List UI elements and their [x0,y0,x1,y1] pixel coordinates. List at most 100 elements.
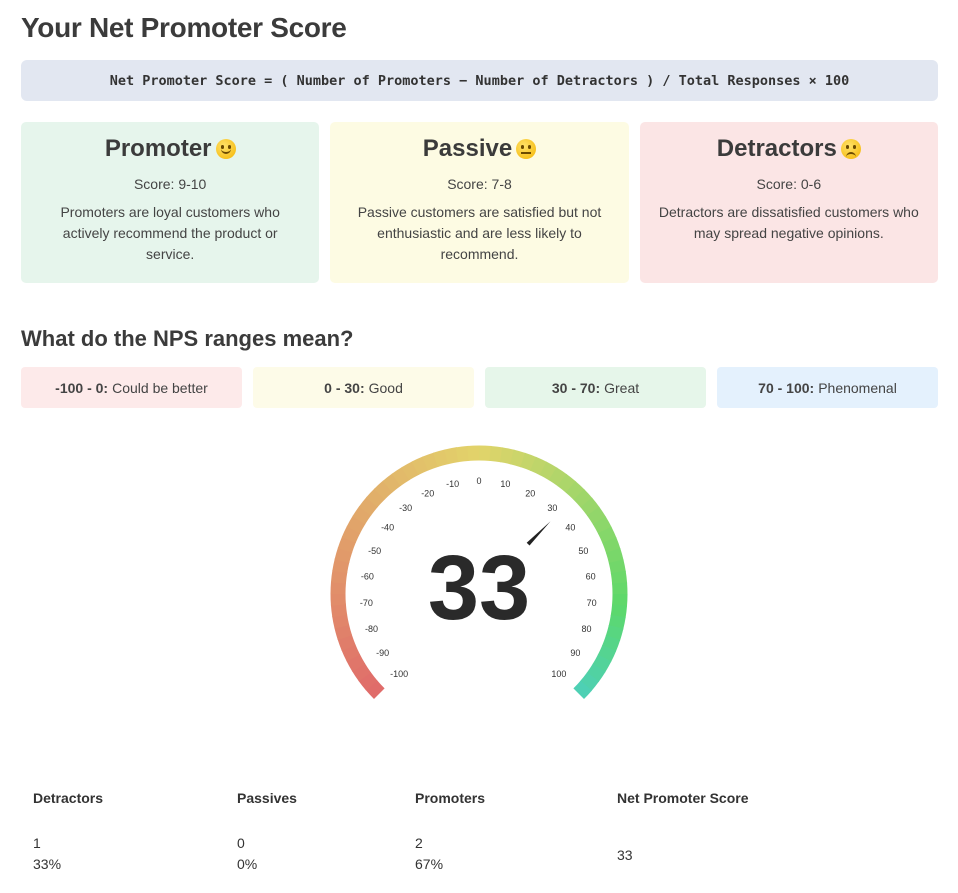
range-phenomenal: 70 - 100: Phenomenal [717,367,938,408]
header-nps: Net Promoter Score [617,790,749,806]
promoter-score: Score: 9-10 [133,176,207,192]
disappointed-face-icon [840,139,861,159]
gauge-arc-segment [365,679,385,700]
gauge-arc-segment [489,445,504,463]
detractor-description: Detractors are dissatisfied customers wh… [658,204,919,241]
gauge-arc-segment [346,653,366,672]
nps-ranges: -100 - 0: Could be better 0 - 30: Good 30 … [21,367,938,408]
gauge-arc-segment [411,456,429,476]
gauge-arc-segment [352,505,372,525]
header-promoters: Promoters [415,790,486,806]
gauge-arc-segment [444,447,460,465]
gauge-value: 33 [427,537,531,639]
nps-formula: Net Promoter Score = ( Number of Promote… [21,60,938,101]
gauge-arc-segment [573,680,592,700]
gauge-tick-label: -100 [390,669,408,679]
gauge-arc-segment [573,488,593,509]
gauge-arc-segment [557,473,577,494]
gauge-arc-segment [539,461,558,481]
gauge-arc-segment [366,488,386,508]
gauge-tick-label: 0 [476,476,481,486]
nps-value: 33 [617,846,633,863]
gauge-arc-segment [358,496,379,516]
range-good: 0 - 30: Good [253,367,474,408]
gauge-tick-label: -30 [399,503,412,513]
detractor-card: Detractors Score: 0-6 Detractors are dis… [639,122,938,283]
gauge-arc-segment [586,506,607,526]
gauge-arc-segment [433,449,449,468]
gauge-arc-segment [346,515,366,534]
gauge-arc-segment [520,452,537,472]
detractors-count: 1 [33,835,41,851]
passive-title: Passive [422,135,513,162]
nps-summary-table: Detractors Passives Promoters Net Promot… [21,780,938,877]
ranges-heading: What do the NPS ranges mean? [21,326,354,351]
gauge-arc-segment [579,672,600,692]
passive-score: Score: 7-8 [447,176,512,192]
gauge-arc-segment [341,644,361,662]
header-detractors: Detractors [33,790,104,806]
gauge-arc-segment [382,473,402,493]
summary-header-row: Detractors Passives Promoters Net Promot… [21,780,938,816]
smiling-face-icon [215,139,236,159]
gauge-arc-segment [510,449,526,468]
promoters-percent: 67% [415,856,444,872]
gauge-arc-segment [565,481,585,501]
category-cards: Promoter Score: 9-10 Promoters are loyal… [21,122,938,283]
promoter-title: Promoter [104,135,212,162]
gauge-arc-segment [597,645,617,663]
gauge-tick-label: 100 [551,669,566,679]
gauge-tick-label: -10 [446,479,459,489]
promoters-count: 2 [415,835,423,851]
gauge-arc-segment [455,445,470,463]
detractor-score: Score: 0-6 [756,176,822,192]
detractors-percent: 33% [33,856,62,872]
gauge-arc-segment [592,516,612,535]
summary-data-row: 1 33% 0 0% 2 67% 33 [21,833,938,877]
passives-count: 0 [237,835,245,851]
range-label: Could be better [112,379,208,396]
promoter-description: Promoters are loyal customers who active… [60,204,280,262]
gauge-arc-segment [422,452,439,471]
range-value: 70 - 100: [758,379,815,396]
range-could-be-better: -100 - 0: Could be better [21,367,242,408]
gauge-arc-segment [601,635,621,652]
gauge-tick-label: 40 [565,523,575,533]
passive-card: Passive Score: 7-8 Passive customers are… [330,122,629,283]
header-passives: Passives [237,790,297,806]
gauge-tick-label: 10 [500,479,510,489]
gauge-arc-segment [391,466,411,487]
nps-cell: 33 [605,833,905,877]
gauge-arc-segment [548,467,568,487]
gauge-tick-label: -40 [381,523,394,533]
nps-gauge: -100 -90 -80 -70 -60 -50 -40 -30 -20 -10 0 10 20 30 40… [318,440,640,710]
detractors-cell: 1 33% [21,833,225,877]
range-label: Good [368,379,403,396]
gauge-tick-label: 30 [547,503,557,513]
passive-description: Passive customers are satisfied but not … [357,204,602,262]
gauge-arc-segment [351,662,372,682]
passives-cell: 0 0% [225,833,403,877]
gauge-arc-segment [580,497,600,517]
gauge-arc-segment [337,634,356,651]
gauge-arc-segment [592,654,612,673]
gauge-arc-segment [478,445,492,461]
range-label: Great [604,379,640,396]
gauge-arc-segment [373,480,394,500]
gauge-tick-label: 90 [570,648,580,658]
range-great: 30 - 70: Great [485,367,706,408]
gauge-arc-segment [586,663,606,683]
range-value: 30 - 70: [551,379,601,396]
gauge-arc-segment [358,671,378,691]
neutral-face-icon [516,139,537,159]
range-label: Phenomenal [818,379,897,396]
gauge-arc-segment [499,447,515,465]
passives-percent: 0% [237,856,258,872]
detractor-title: Detractors [716,135,837,162]
gauge-tick-label: 20 [525,488,535,498]
range-value: 0 - 30: [324,379,365,396]
gauge-tick-label: -90 [376,648,389,658]
page-title: Your Net Promoter Score [21,12,347,43]
range-value: -100 - 0: [55,379,109,396]
promoter-card: Promoter Score: 9-10 Promoters are loyal… [21,122,320,283]
